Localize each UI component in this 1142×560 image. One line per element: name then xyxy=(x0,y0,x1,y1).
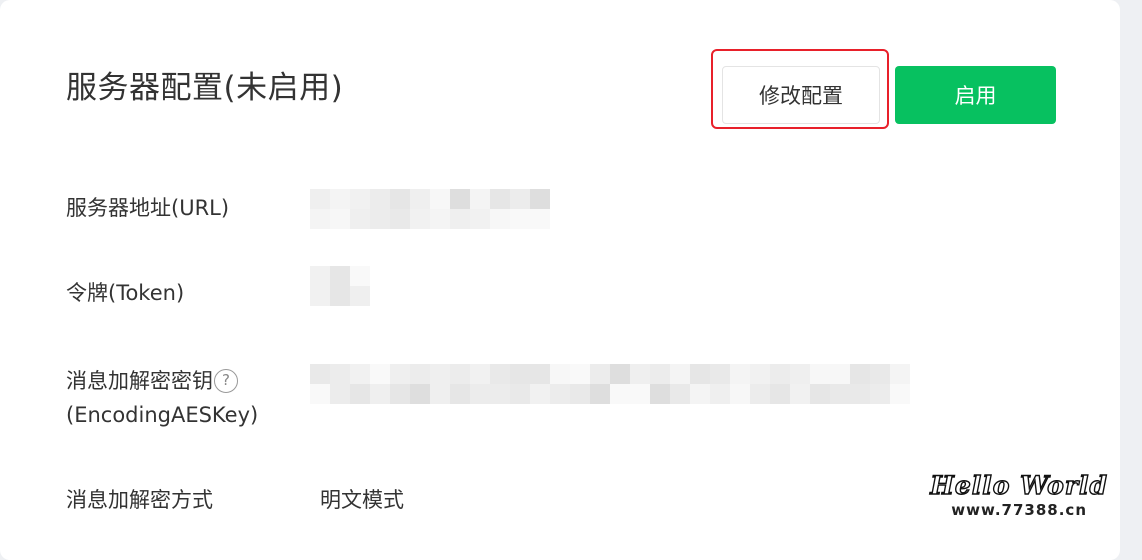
aeskey-label-line1: 消息加解密密钥 xyxy=(66,369,213,393)
url-label: 服务器地址(URL) xyxy=(66,196,230,220)
token-label: 令牌(Token) xyxy=(66,281,185,305)
aeskey-value-redacted xyxy=(310,364,910,404)
watermark-title: Hello World xyxy=(930,471,1108,500)
token-value-redacted xyxy=(310,266,370,306)
url-value-redacted xyxy=(310,189,550,229)
encrypt-mode-value: 明文模式 xyxy=(320,488,404,512)
watermark: Hello World www.77388.cn xyxy=(930,471,1108,520)
help-icon[interactable]: ? xyxy=(214,368,238,393)
page-title: 服务器配置(未启用) xyxy=(66,70,344,106)
encrypt-mode-label: 消息加解密方式 xyxy=(66,488,213,512)
aeskey-label: 消息加解密密钥? xyxy=(66,364,238,398)
modify-config-button[interactable]: 修改配置 xyxy=(722,66,880,124)
aeskey-label-line2: (EncodingAESKey) xyxy=(66,403,259,427)
watermark-url: www.77388.cn xyxy=(951,501,1087,519)
enable-button[interactable]: 启用 xyxy=(895,66,1056,124)
